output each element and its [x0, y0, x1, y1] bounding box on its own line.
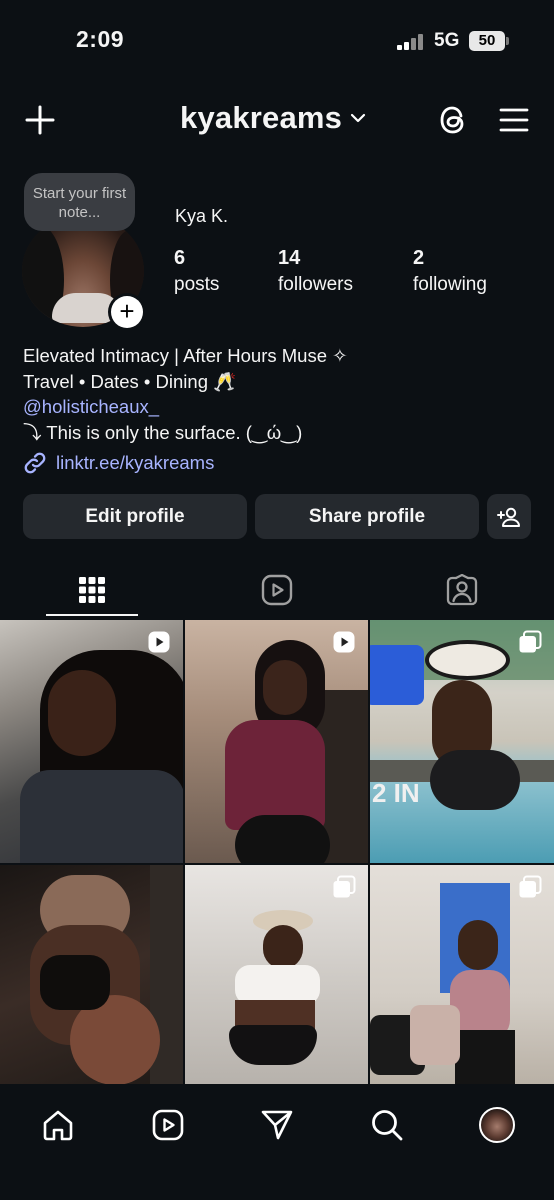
- battery-cap: [506, 37, 509, 45]
- nav-reels[interactable]: [143, 1100, 193, 1150]
- edit-profile-button[interactable]: Edit profile: [23, 494, 247, 539]
- grid-post[interactable]: 2 IN: [370, 620, 554, 863]
- note-bubble[interactable]: Start your first note...: [24, 173, 135, 231]
- home-icon: [43, 1110, 73, 1141]
- carousel-icon: [518, 630, 542, 659]
- create-plus-icon[interactable]: [22, 102, 58, 138]
- grid-post[interactable]: [185, 620, 368, 863]
- profile-header: kyakreams: [0, 92, 554, 148]
- profile-tabs: [0, 562, 554, 618]
- stat-label: following: [413, 274, 487, 295]
- reels-icon: [152, 1109, 184, 1141]
- account-switcher[interactable]: kyakreams: [180, 100, 366, 136]
- stat-value: 2: [413, 247, 425, 269]
- username: kyakreams: [180, 100, 343, 135]
- add-story-button[interactable]: +: [108, 293, 146, 331]
- battery-icon: 50: [469, 31, 505, 51]
- stat-followers[interactable]: 14 followers: [278, 246, 353, 298]
- bio-line: Travel • Dates • Dining 🥂: [23, 370, 237, 392]
- carousel-icon: [332, 875, 356, 904]
- send-icon: [261, 1110, 293, 1140]
- reel-icon: [147, 630, 171, 659]
- nav-home[interactable]: [33, 1100, 83, 1150]
- nav-direct[interactable]: [252, 1100, 302, 1150]
- bio-mention-link[interactable]: @holisticheaux_: [23, 394, 533, 420]
- nav-search[interactable]: [362, 1100, 412, 1150]
- cellular-signal-icon: [397, 34, 427, 50]
- reel-icon: [332, 630, 356, 659]
- carousel-icon: [518, 875, 542, 904]
- nav-profile[interactable]: [472, 1100, 522, 1150]
- chevron-down-icon: [351, 113, 366, 123]
- grid-icon: [79, 577, 105, 603]
- display-name: Kya K.: [175, 206, 229, 226]
- grid-post[interactable]: [0, 620, 183, 863]
- discover-people-button[interactable]: [487, 494, 531, 539]
- bio-line: ⤵ This is only the surface. (‿ώ‿): [23, 421, 303, 443]
- tab-posts-grid[interactable]: [46, 562, 138, 618]
- share-profile-button[interactable]: Share profile: [255, 494, 479, 539]
- status-bar: 2:09 5G 50: [0, 0, 554, 84]
- profile-link[interactable]: linktr.ee/kyakreams: [23, 451, 214, 475]
- link-text: linktr.ee/kyakreams: [56, 452, 215, 473]
- stat-following[interactable]: 2 following: [413, 246, 487, 298]
- stat-label: posts: [174, 274, 220, 295]
- status-time: 2:09: [76, 26, 125, 52]
- grid-post[interactable]: [370, 865, 554, 1084]
- bio-line: Elevated Intimacy | After Hours Muse ✧: [23, 345, 348, 366]
- pool-depth-marker: 2 IN: [372, 778, 420, 808]
- stat-value: 14: [278, 247, 301, 269]
- bio: Elevated Intimacy | After Hours Muse ✧ T…: [23, 343, 533, 445]
- plus-icon: +: [111, 296, 143, 328]
- bottom-navigation: [0, 1084, 554, 1200]
- tab-reels[interactable]: [231, 562, 323, 618]
- threads-icon[interactable]: [434, 100, 472, 140]
- stat-label: followers: [278, 274, 353, 295]
- grid-post[interactable]: [185, 865, 368, 1084]
- stat-posts[interactable]: 6 posts: [174, 246, 219, 298]
- network-type: 5G: [434, 30, 460, 51]
- link-icon: [24, 452, 46, 474]
- profile-avatar-icon: [479, 1107, 515, 1143]
- posts-grid: 2 IN: [0, 620, 554, 1084]
- reels-icon: [261, 574, 293, 606]
- tagged-person-icon: [446, 574, 478, 606]
- grid-post[interactable]: [0, 865, 183, 1084]
- tab-tagged[interactable]: [416, 562, 508, 618]
- search-icon: [372, 1110, 403, 1141]
- menu-hamburger-icon[interactable]: [496, 102, 532, 138]
- active-tab-indicator: [46, 614, 138, 616]
- add-person-icon: [497, 507, 520, 527]
- stat-value: 6: [174, 247, 186, 269]
